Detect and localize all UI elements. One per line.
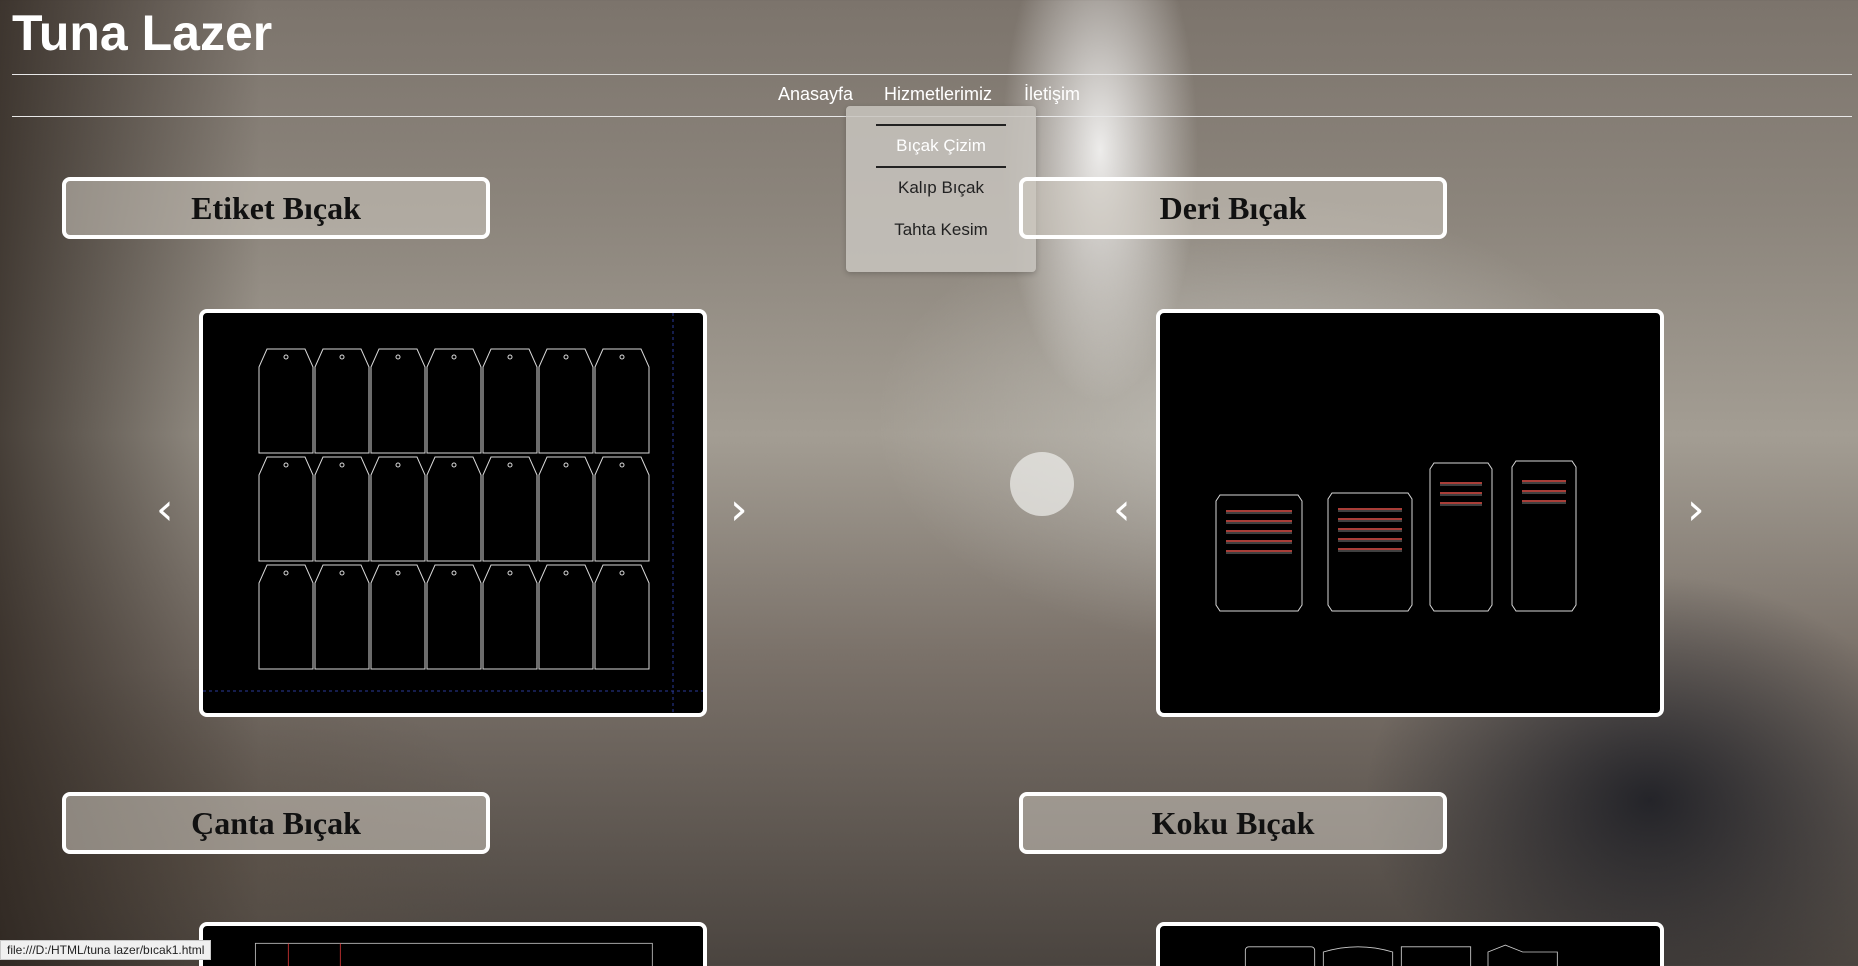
tag-outline [482, 456, 538, 562]
tag-outline [258, 348, 314, 454]
canta-drawing-image [254, 942, 653, 966]
koku-drawing-image [1244, 944, 1558, 966]
tag-outline [482, 564, 538, 670]
tag-outline [538, 348, 594, 454]
tag-hole [339, 354, 345, 360]
category-title: Koku Bıçak [1151, 804, 1315, 841]
carousel-image-frame [199, 309, 707, 717]
tag-hole [619, 354, 625, 360]
browser-status-url: file:///D:/HTML/tuna lazer/bıcak1.html [0, 940, 212, 960]
tag-outline [426, 456, 482, 562]
carousel-image-frame [199, 922, 707, 966]
tag-outline [314, 348, 370, 454]
dropdown-divider [876, 166, 1006, 168]
tag-outline [370, 564, 426, 670]
tag-outline [258, 564, 314, 670]
dropdown-item-tahta-kesim[interactable]: Tahta Kesim [846, 220, 1036, 240]
tag-outline [370, 456, 426, 562]
carousel-image-frame [1156, 922, 1664, 966]
carousel-prev-icon[interactable]: ‹ [156, 488, 174, 532]
deri-drawing-image [1215, 460, 1577, 612]
etiket-drawing-image [203, 313, 703, 713]
tag-hole [339, 462, 345, 468]
nav-item-hizmetlerimiz[interactable]: Hizmetlerimiz [884, 84, 992, 105]
tag-outline [594, 564, 650, 670]
dropdown-item-bicak-cizim[interactable]: Bıçak Çizim [846, 136, 1036, 156]
tag-hole [395, 570, 401, 576]
tag-outline [370, 348, 426, 454]
tag-hole [283, 354, 289, 360]
tag-hole [507, 462, 513, 468]
tag-hole [451, 354, 457, 360]
site-title: Tuna Lazer [12, 5, 273, 61]
tag-outline [314, 564, 370, 670]
category-heading-box: Çanta Bıçak [62, 792, 490, 854]
tag-hole [619, 462, 625, 468]
tag-hole [563, 462, 569, 468]
tag-hole [395, 354, 401, 360]
tag-outline [482, 348, 538, 454]
tag-outline [314, 456, 370, 562]
tag-hole [395, 462, 401, 468]
tag-outline [538, 456, 594, 562]
tag-outline [594, 456, 650, 562]
nav-item-iletisim[interactable]: İletişim [1024, 84, 1080, 105]
tag-hole [283, 462, 289, 468]
tag-outline [426, 348, 482, 454]
carousel-next-icon[interactable]: › [1687, 488, 1705, 532]
tag-hole [283, 570, 289, 576]
category-title: Çanta Bıçak [191, 804, 361, 841]
tag-hole [451, 570, 457, 576]
category-heading-box: Deri Bıçak [1019, 177, 1447, 239]
tag-hole [507, 570, 513, 576]
category-heading-box: Etiket Bıçak [62, 177, 490, 239]
leather-panel-outline [1511, 460, 1577, 612]
services-dropdown: Bıçak Çizim Kalıp Bıçak Tahta Kesim [846, 106, 1036, 272]
carousel-next-icon[interactable]: › [730, 488, 748, 532]
category-heading-box: Koku Bıçak [1019, 792, 1447, 854]
tag-hole [339, 570, 345, 576]
nav-divider-top [12, 74, 1852, 75]
background-clock [1010, 452, 1074, 516]
category-title: Etiket Bıçak [191, 189, 361, 226]
tag-hole [619, 570, 625, 576]
dropdown-divider [876, 124, 1006, 126]
tag-outline [538, 564, 594, 670]
tag-hole [451, 462, 457, 468]
tag-outline [426, 564, 482, 670]
carousel-prev-icon[interactable]: ‹ [1113, 488, 1131, 532]
dropdown-item-kalip-bicak[interactable]: Kalıp Bıçak [846, 178, 1036, 198]
tag-outline [258, 456, 314, 562]
tag-hole [563, 570, 569, 576]
nav-item-anasayfa[interactable]: Anasayfa [778, 84, 853, 105]
tag-hole [507, 354, 513, 360]
carousel-image-frame [1156, 309, 1664, 717]
tag-hole [563, 354, 569, 360]
main-nav: Anasayfa Hizmetlerimiz İletişim [0, 84, 1858, 106]
category-title: Deri Bıçak [1159, 189, 1307, 226]
tag-outline [594, 348, 650, 454]
